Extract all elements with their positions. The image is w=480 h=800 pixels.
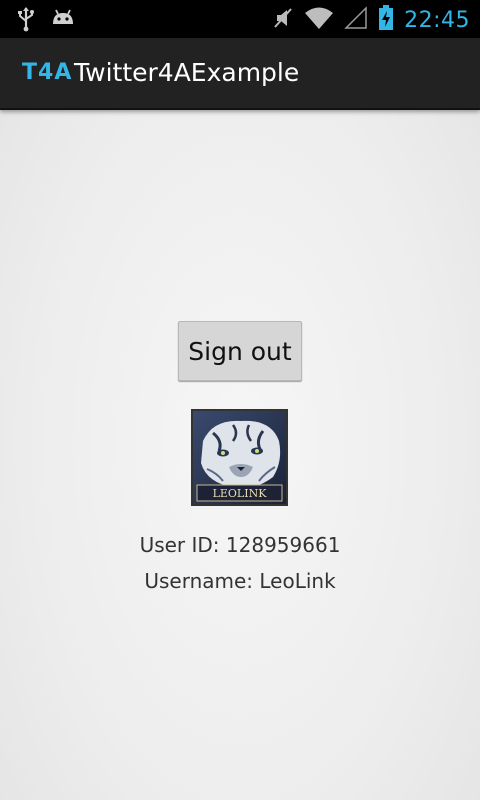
vibrate-mute-icon xyxy=(272,5,294,35)
usb-icon xyxy=(16,6,36,36)
status-bar: 22:45 xyxy=(0,0,480,38)
avatar-caption: LEOLINK xyxy=(213,487,268,500)
android-debug-icon xyxy=(50,6,76,36)
clock: 22:45 xyxy=(404,7,470,33)
signal-icon xyxy=(344,5,368,35)
sign-out-button[interactable]: Sign out xyxy=(178,321,302,381)
wifi-icon xyxy=(304,5,334,35)
avatar-image: LEOLINK xyxy=(193,411,286,504)
user-id-label: User ID: 128959661 xyxy=(139,533,341,557)
battery-charging-icon xyxy=(378,5,394,35)
app-logo[interactable]: T4A xyxy=(22,60,72,85)
action-bar: T4A Twitter4AExample xyxy=(0,38,480,110)
system-icons: 22:45 xyxy=(272,5,470,35)
app-title: Twitter4AExample xyxy=(74,58,300,87)
notification-icons xyxy=(16,6,76,36)
username-label: Username: LeoLink xyxy=(144,569,336,593)
avatar: LEOLINK xyxy=(191,409,288,506)
